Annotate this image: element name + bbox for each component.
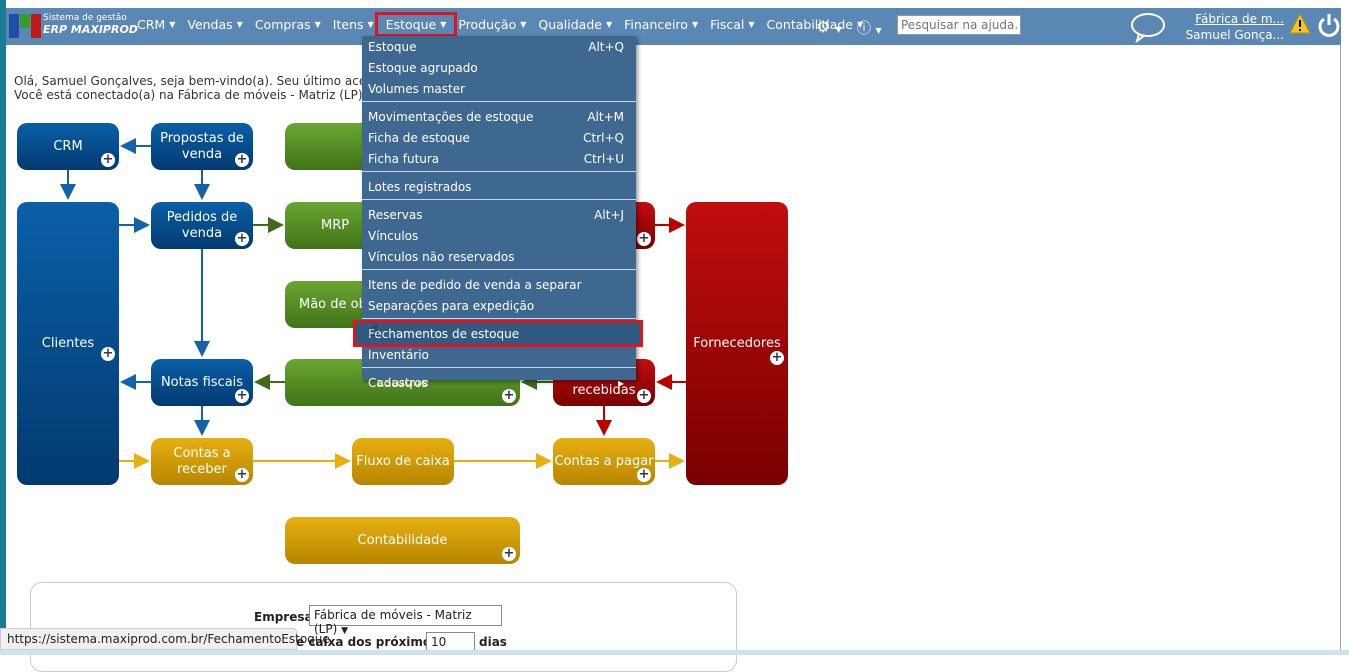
estoque-dropdown-menu: Estoque Alt+Q Estoque agrupado Volumes mast… [353,36,643,390]
company-link[interactable]: Fábrica de m... [1176,11,1284,27]
plus-icon[interactable]: + [101,347,115,361]
plus-icon[interactable]: + [502,547,516,561]
empresa-label: Empresa [254,610,313,624]
box-fluxo-caixa[interactable]: Fluxo de caixa [352,438,454,485]
menu-item[interactable]: Vínculos não reservados [362,246,636,267]
status-url: https://sistema.maxiprod.com.br/Fechamen… [0,628,330,650]
box-contabilidade[interactable]: Contabilidade + [285,517,520,564]
box-crm[interactable]: CRM + [17,123,119,170]
chat-icon[interactable] [1129,11,1167,43]
bottom-strip [0,650,1349,655]
box-clientes[interactable]: Clientes + [17,202,119,485]
menu-item[interactable]: Cadastros ▸ [362,372,636,393]
menu-item[interactable]: Estoque agrupado [362,57,636,78]
menu-item[interactable]: Fechamentos de estoque [353,320,643,347]
box-contas-pagar[interactable]: Contas a pagar + [553,438,655,485]
plus-icon[interactable]: + [235,468,249,482]
menu-item[interactable]: Separações para expedição [362,295,636,316]
box-propostas[interactable]: Propostas de venda + [151,123,253,170]
menu-item[interactable]: Lotes registrados [362,176,636,197]
plus-icon[interactable]: + [101,153,115,167]
help-icon[interactable]: ⓘ ▼ [857,18,882,38]
dias-input[interactable]: 10 [426,632,475,652]
plus-icon[interactable]: + [235,389,249,403]
hand-cursor-icon: ☝ [368,320,379,341]
plus-icon[interactable]: + [637,232,651,246]
scrollbar[interactable] [1340,45,1349,650]
box-contas-receber[interactable]: Contas a receber + [151,438,253,485]
plus-icon[interactable]: + [637,468,651,482]
menu-item[interactable]: Reservas Alt+J [362,204,636,225]
plus-icon[interactable]: + [637,389,651,403]
menu-item[interactable]: Volumes master [362,78,636,99]
menu-item[interactable]: Estoque Alt+Q [362,36,636,57]
menu-item[interactable]: Vínculos [362,225,636,246]
power-icon[interactable] [1317,12,1341,38]
box-pedidos[interactable]: Pedidos de venda + [151,202,253,249]
menu-item[interactable]: Ficha futura Ctrl+U [362,148,636,169]
plus-icon[interactable]: + [235,232,249,246]
form-panel [30,582,737,672]
box-notas-fiscais[interactable]: Notas fiscais + [151,359,253,406]
menu-item[interactable]: Movimentações de estoque Alt+M [362,106,636,127]
dias-label: dias [479,635,507,649]
plus-icon[interactable]: + [235,153,249,167]
menu-item[interactable]: Inventário [362,344,636,365]
empresa-select[interactable]: Fábrica de móveis - Matriz (LP) ▼ [309,605,502,636]
user-area: Fábrica de m... Samuel Gonça... ▼ [1176,11,1284,61]
gear-icon[interactable]: ⚙ ▼ [816,17,842,36]
user-menu[interactable]: Samuel Gonça... [1186,28,1284,42]
menu-item[interactable]: Ficha de estoque Ctrl+Q [362,127,636,148]
help-search-input[interactable] [897,15,1021,35]
warning-icon[interactable] [1289,13,1311,35]
menu-item[interactable]: Itens de pedido de venda a separar [362,274,636,295]
plus-icon[interactable]: + [770,351,784,365]
box-fornecedores[interactable]: Fornecedores + [686,202,788,485]
